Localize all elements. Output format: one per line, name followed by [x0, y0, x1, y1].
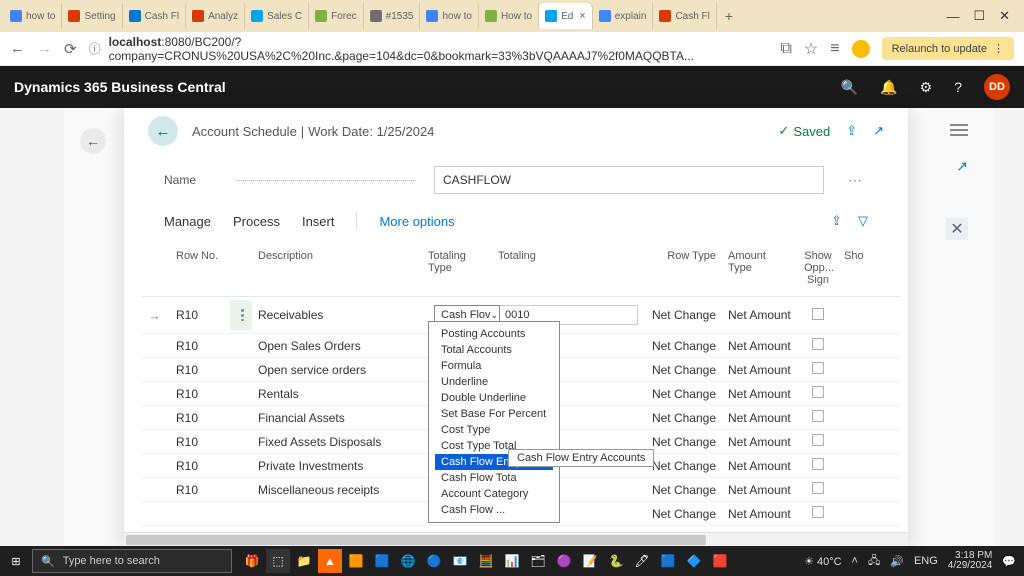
relaunch-button[interactable]: Relaunch to update⋮	[882, 37, 1014, 60]
opposite-sign-checkbox[interactable]	[812, 308, 824, 320]
window-maximize-icon[interactable]: ☐	[973, 8, 985, 24]
taskbar-search[interactable]: 🔍 Type here to search	[32, 549, 232, 573]
dropdown-item[interactable]: Total Accounts	[435, 342, 553, 358]
app-header: Dynamics 365 Business Central 🔍 🔔 ⚙ ? DD	[0, 66, 1024, 108]
schedule-table: Row No. Description TotalingType Totalin…	[124, 240, 908, 532]
panel-back-icon[interactable]: ←	[80, 128, 106, 154]
profile-icon[interactable]	[852, 40, 870, 58]
dropdown-item[interactable]: Cash Flow Tota	[435, 470, 553, 486]
search-icon[interactable]: 🔍	[841, 79, 858, 96]
app-title: Dynamics 365 Business Central	[14, 79, 226, 95]
table-header: Row No. Description TotalingType Totalin…	[142, 240, 900, 297]
browser-tab-bar: how toSettingCash FlAnalyzSales CForec#1…	[0, 0, 1024, 32]
window-minimize-icon[interactable]: —	[946, 9, 959, 24]
dropdown-item[interactable]: Double Underline	[435, 390, 553, 406]
help-icon[interactable]: ?	[954, 79, 962, 95]
name-label: Name	[164, 173, 218, 187]
start-button[interactable]: ⊞	[0, 555, 32, 568]
action-center-icon[interactable]: 💬	[1002, 555, 1016, 568]
bookmark-star-icon[interactable]: ☆	[804, 39, 818, 59]
browser-tab[interactable]: Cash Fl	[653, 3, 716, 29]
browser-tab[interactable]: Forec	[309, 3, 364, 29]
search-icon: 🔍	[41, 555, 55, 568]
opposite-sign-checkbox[interactable]	[812, 482, 824, 494]
nav-forward-icon[interactable]: →	[37, 40, 52, 57]
browser-tab[interactable]: Cash Fl	[123, 3, 186, 29]
dropdown-item[interactable]: Formula	[435, 358, 553, 374]
tray-chevron-icon[interactable]: ˄	[852, 555, 858, 567]
browser-tab[interactable]: Sales C	[245, 3, 309, 29]
name-input[interactable]	[434, 166, 824, 194]
process-button[interactable]: Process	[233, 214, 280, 229]
saved-indicator: ✓ Saved	[778, 123, 830, 139]
browser-address-bar: ← → ⟳ ⓘ localhost:8080/BC200/?company=CR…	[0, 32, 1024, 66]
panel-menu-icon[interactable]	[950, 124, 968, 138]
share-icon[interactable]: ⇪	[846, 123, 857, 139]
totaling-type-dropdown[interactable]: Posting AccountsTotal AccountsFormulaUnd…	[428, 321, 560, 523]
nav-reload-icon[interactable]: ⟳	[64, 40, 77, 58]
browser-tab[interactable]: Ed×	[539, 3, 593, 29]
opposite-sign-checkbox[interactable]	[812, 386, 824, 398]
breadcrumb: Account Schedule|Work Date: 1/25/2024	[192, 124, 434, 139]
opposite-sign-checkbox[interactable]	[812, 458, 824, 470]
reading-list-icon[interactable]: ≡	[830, 40, 839, 58]
weather-widget[interactable]: ☀ 40°C	[804, 555, 842, 568]
browser-tab[interactable]: how to	[4, 3, 62, 29]
language-indicator[interactable]: ENG	[914, 555, 938, 567]
filter-icon[interactable]: ▽	[858, 213, 868, 229]
url-box[interactable]: ⓘ localhost:8080/BC200/?company=CRONUS%2…	[89, 35, 769, 63]
notifications-icon[interactable]: 🔔	[880, 79, 897, 96]
more-options-button[interactable]: More options	[379, 214, 454, 229]
browser-tab[interactable]: Analyz	[186, 3, 245, 29]
opposite-sign-checkbox[interactable]	[812, 338, 824, 350]
taskbar-apps[interactable]: 🎁⬚📁▲🟧🟦🌐🔵📧🧮📊🗂🟣📝🐍🖊🟦🔷🟥	[240, 549, 732, 573]
row-menu-icon[interactable]	[236, 304, 248, 326]
dropdown-item[interactable]: Set Base For Percent	[435, 406, 553, 422]
site-info-icon[interactable]: ⓘ	[89, 40, 101, 57]
dropdown-item[interactable]: Cost Type	[435, 422, 553, 438]
dropdown-tooltip: Cash Flow Entry Accounts	[508, 449, 654, 467]
table-row[interactable]: → R10 Receivables Cash Flov⌄Posting Acco…	[142, 297, 900, 334]
volume-icon[interactable]: 🔊	[890, 555, 904, 568]
share-page-icon[interactable]: ⇪	[831, 213, 842, 229]
fullscreen-icon[interactable]: ↗	[873, 123, 884, 139]
card-toolbar: Manage Process Insert More options ⇪ ▽	[124, 198, 908, 240]
install-app-icon[interactable]: ⧉	[780, 40, 791, 58]
browser-tab[interactable]: Setting	[62, 3, 122, 29]
page-background: ← ↗ ✕ ← Account Schedule|Work Date: 1/25…	[0, 108, 1024, 546]
panel-expand-icon[interactable]: ↗	[956, 158, 968, 175]
opposite-sign-checkbox[interactable]	[812, 434, 824, 446]
panel-close-icon[interactable]: ✕	[946, 218, 968, 240]
opposite-sign-checkbox[interactable]	[812, 362, 824, 374]
browser-tab[interactable]: #1535	[364, 3, 421, 29]
horizontal-scrollbar[interactable]	[124, 532, 908, 546]
nav-back-icon[interactable]: ←	[10, 40, 25, 57]
dropdown-item[interactable]: Posting Accounts	[435, 326, 553, 342]
user-avatar[interactable]: DD	[984, 74, 1010, 100]
dropdown-item[interactable]: Account Category	[435, 486, 553, 502]
browser-tab[interactable]: explain	[593, 3, 654, 29]
dropdown-item[interactable]: Underline	[435, 374, 553, 390]
clock[interactable]: 3:18 PM4/29/2024	[948, 551, 993, 571]
browser-tab[interactable]: how to	[420, 3, 478, 29]
opposite-sign-checkbox[interactable]	[812, 506, 824, 518]
name-more-icon[interactable]: ⋯	[842, 172, 868, 189]
card-back-button[interactable]: ←	[148, 116, 178, 146]
dropdown-item[interactable]: Cash Flow ...	[435, 502, 553, 518]
account-schedule-card: ← Account Schedule|Work Date: 1/25/2024 …	[124, 108, 908, 546]
opposite-sign-checkbox[interactable]	[812, 410, 824, 422]
windows-taskbar: ⊞ 🔍 Type here to search 🎁⬚📁▲🟧🟦🌐🔵📧🧮📊🗂🟣📝🐍🖊…	[0, 546, 1024, 576]
manage-button[interactable]: Manage	[164, 214, 211, 229]
window-close-icon[interactable]: ✕	[999, 8, 1010, 24]
browser-tab[interactable]: How to	[479, 3, 539, 29]
new-tab-button[interactable]: +	[717, 8, 741, 24]
network-icon[interactable]: 🖧	[868, 552, 880, 571]
insert-button[interactable]: Insert	[302, 214, 335, 229]
settings-gear-icon[interactable]: ⚙	[920, 79, 933, 96]
